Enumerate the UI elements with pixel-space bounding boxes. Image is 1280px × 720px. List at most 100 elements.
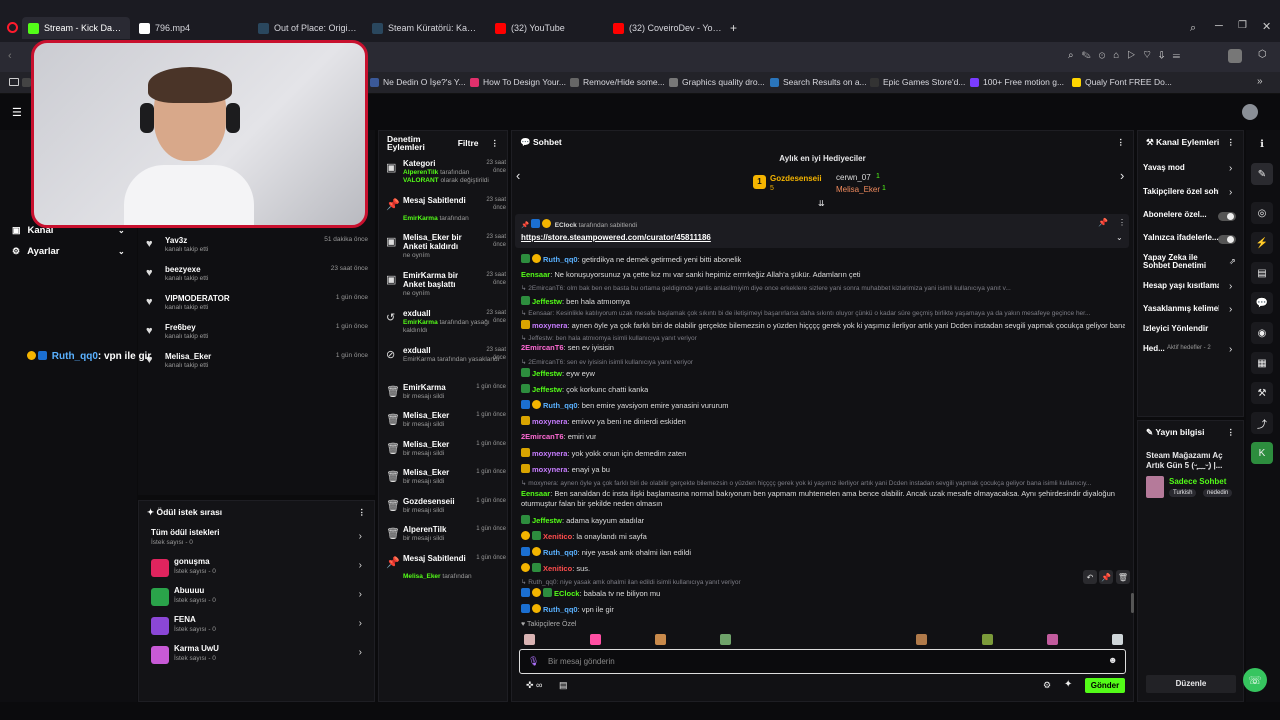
gifter-2-name[interactable]: cerwn_07 (836, 173, 871, 182)
chat-message[interactable]: Jeffestw: adama kayyum atadılar (521, 515, 644, 525)
chevron-right-icon[interactable]: › (1229, 187, 1232, 198)
chat-username[interactable]: 2EmircanT6 (521, 343, 564, 352)
user-avatar[interactable] (1242, 104, 1258, 120)
tools-icon[interactable]: ⚒ (1251, 382, 1273, 404)
chevron-right-icon[interactable]: › (1229, 281, 1232, 292)
chat-username[interactable]: EClock (554, 589, 579, 598)
chat-message[interactable]: Ruth_qq0: ben emire yavsiyom emire yanas… (521, 400, 728, 410)
emote-icon[interactable] (524, 634, 535, 645)
browser-tab[interactable]: (32) YouTube (489, 17, 605, 39)
moderation-row[interactable]: 📌 Mesaj Sabitlendi EmirKarma tarafından 23 … (382, 196, 506, 224)
chat-bubble-icon[interactable]: 💬 (1251, 292, 1273, 314)
pinned-link[interactable]: https://store.steampowered.com/curator/4… (521, 233, 711, 242)
chat-username[interactable]: Ruth_qq0 (543, 605, 578, 614)
emote-icon[interactable] (1112, 634, 1123, 645)
moderation-row[interactable]: ▣ Melisa_Eker bir Anketi kaldırdı ne oyním… (382, 233, 506, 261)
more-options-icon[interactable]: ⋮ (1118, 218, 1126, 227)
archive-icon[interactable]: ▤ (559, 680, 568, 691)
chat-scrollbar[interactable] (1131, 593, 1134, 613)
chat-settings-icons[interactable]: ✜ ∞ (526, 680, 542, 691)
chat-message[interactable]: 2EmircanT6: emiri vur (521, 432, 596, 441)
chat-username[interactable]: Ruth_qq0 (543, 548, 578, 557)
search-tabs-icon[interactable]: ⌕ (1190, 22, 1196, 35)
moderation-row[interactable]: 🗑 Melisa_Eker bir mesajı sildi 1 gün önce (382, 468, 506, 496)
reward-item[interactable]: gonuşma İstek sayısı - 0 › (151, 557, 366, 579)
minimize-icon[interactable]: ─ (1215, 20, 1223, 32)
bolt-icon[interactable]: ⚡ (1251, 232, 1273, 254)
more-options-icon[interactable]: ⋮ (1227, 137, 1236, 148)
back-icon[interactable]: ‹ (8, 50, 12, 62)
gifter-1-name[interactable]: Gozdesenseii (770, 174, 822, 183)
chat-message[interactable]: Xenitico: la onaylandı mi sayfa (521, 531, 647, 541)
delete-icon[interactable]: 🗑 (1116, 570, 1130, 584)
toggle-switch[interactable] (1218, 235, 1236, 244)
reward-item[interactable]: Abuuuu İstek sayısı - 0 › (151, 586, 366, 608)
bookmark-item[interactable]: Search Results on a... (770, 77, 867, 87)
browser-tab[interactable]: (32) CoveiroDev - YouTub (607, 17, 729, 39)
chat-input[interactable]: 🎙 Bir mesaj gönderin ☻ (519, 649, 1126, 674)
close-window-icon[interactable]: ✕ (1262, 20, 1271, 33)
chat-username[interactable]: 2EmircanT6 (521, 432, 564, 441)
chat-username[interactable]: Eensaar (521, 489, 550, 498)
share-icon[interactable]: ⤴ (1251, 412, 1273, 434)
info-icon[interactable]: ℹ (1251, 133, 1273, 155)
chat-message[interactable]: Ruth_qq0: niye yasak amk ohalmi ilan edi… (521, 547, 691, 557)
pin-icon[interactable]: 📌 (1099, 570, 1113, 584)
maximize-icon[interactable]: ❐ (1238, 20, 1247, 31)
pencil-icon[interactable]: ✎ (1251, 163, 1273, 185)
bookmark-item[interactable]: How To Design Your... (470, 77, 566, 87)
extensions-icon[interactable]: ⬡ (1258, 49, 1267, 60)
chat-message[interactable]: moxynera: aynen öyle ya çok farklı biri … (521, 320, 1125, 330)
bookmark-item[interactable]: Graphics quality dro... (669, 77, 765, 87)
moderation-row[interactable]: ▣ Kategori AlperenTilk tarafından VALORANT … (382, 159, 506, 187)
opera-logo-icon[interactable] (7, 22, 18, 33)
chat-message[interactable]: moxynera: enayi ya bu (521, 464, 610, 474)
chat-message[interactable]: moxynera: emivvv ya beni ne dinierdi esk… (521, 416, 686, 426)
chat-username[interactable]: moxynera (532, 449, 567, 458)
gifters-next-icon[interactable]: › (1120, 168, 1124, 183)
moderation-row[interactable]: 🗑 Melisa_Eker bir mesajı sildi 1 gün önce (382, 411, 506, 439)
chat-username[interactable]: Xenitico (543, 564, 572, 573)
bookmark-item[interactable]: 100+ Free motion g... (970, 77, 1064, 87)
bookmark-item[interactable]: Ne Dedin O İşe?'s Y... (370, 77, 466, 87)
chat-username[interactable]: moxynera (532, 417, 567, 426)
send-button[interactable]: Gönder (1085, 678, 1125, 693)
chat-message[interactable]: Jeffestw: çok korkunc chatti kanka (521, 384, 648, 394)
chat-username[interactable]: Ruth_qq0 (543, 401, 578, 410)
mic-icon[interactable]: 🎙 (528, 656, 539, 667)
chat-username[interactable]: Eensaar (521, 270, 550, 279)
channel-action-item[interactable]: Takipçilere özel sohbet (1143, 188, 1219, 196)
toggle-switch[interactable] (1218, 212, 1236, 221)
chevron-down-icon[interactable]: ⌄ (1116, 233, 1123, 242)
more-options-icon[interactable]: ⋮ (358, 507, 367, 518)
chat-username[interactable]: moxynera (532, 465, 567, 474)
profile-avatar[interactable] (1228, 49, 1242, 63)
more-options-icon[interactable]: ⋮ (1227, 427, 1236, 438)
reward-item[interactable]: FENA İstek sayısı - 0 › (151, 615, 366, 637)
gifters-prev-icon[interactable]: ‹ (516, 168, 520, 183)
moderation-row[interactable]: ⊘ exduall EmirKarma tarafından yasaklandı 2… (382, 346, 506, 374)
chat-message[interactable]: Ruth_qq0: getirdikya ne demek getirmedi … (521, 254, 741, 264)
target-icon[interactable]: ◎ (1251, 202, 1273, 224)
emote-icon[interactable] (982, 634, 993, 645)
moderation-row[interactable]: 🗑 Gozdesenseii bir mesajı sildi 1 gün önce (382, 497, 506, 525)
chat-username[interactable]: moxynera (532, 321, 567, 330)
filter-button[interactable]: Filtre (458, 138, 479, 148)
bookmark-item[interactable]: Qualy Font FREE Do... (1072, 77, 1172, 87)
chat-username[interactable]: Xenitico (543, 532, 572, 541)
bookmark-item[interactable]: Remove/Hide some... (570, 77, 665, 87)
emote-icon[interactable] (720, 634, 731, 645)
channel-action-item[interactable]: Yalnızca ifadelerle... (1143, 234, 1219, 242)
unpin-icon[interactable]: 📌 (1098, 218, 1108, 227)
chat-message[interactable]: Jeffestw: ben hala atmıomya (521, 296, 630, 306)
channel-action-item[interactable]: Hesap yaşı kısıtlaması (1143, 282, 1219, 290)
chat-username[interactable]: Jeffestw (532, 516, 562, 525)
chat-message[interactable]: Eensaar: Ne konuşuyorsunuz ya çette kız … (521, 270, 861, 279)
layout-icon[interactable]: ▦ (1251, 352, 1273, 374)
document-icon[interactable]: ▤ (1251, 262, 1273, 284)
moderation-row[interactable]: 🗑 EmirKarma bir mesajı sildi 1 gün önce (382, 383, 506, 411)
chat-message[interactable]: Jeffestw: eyw eyw (521, 368, 595, 378)
chevron-right-icon[interactable]: › (1229, 344, 1232, 355)
browser-tab[interactable]: Stream - Kick Dashboard (22, 17, 130, 39)
emoji-icon[interactable]: ☻ (1108, 655, 1117, 665)
